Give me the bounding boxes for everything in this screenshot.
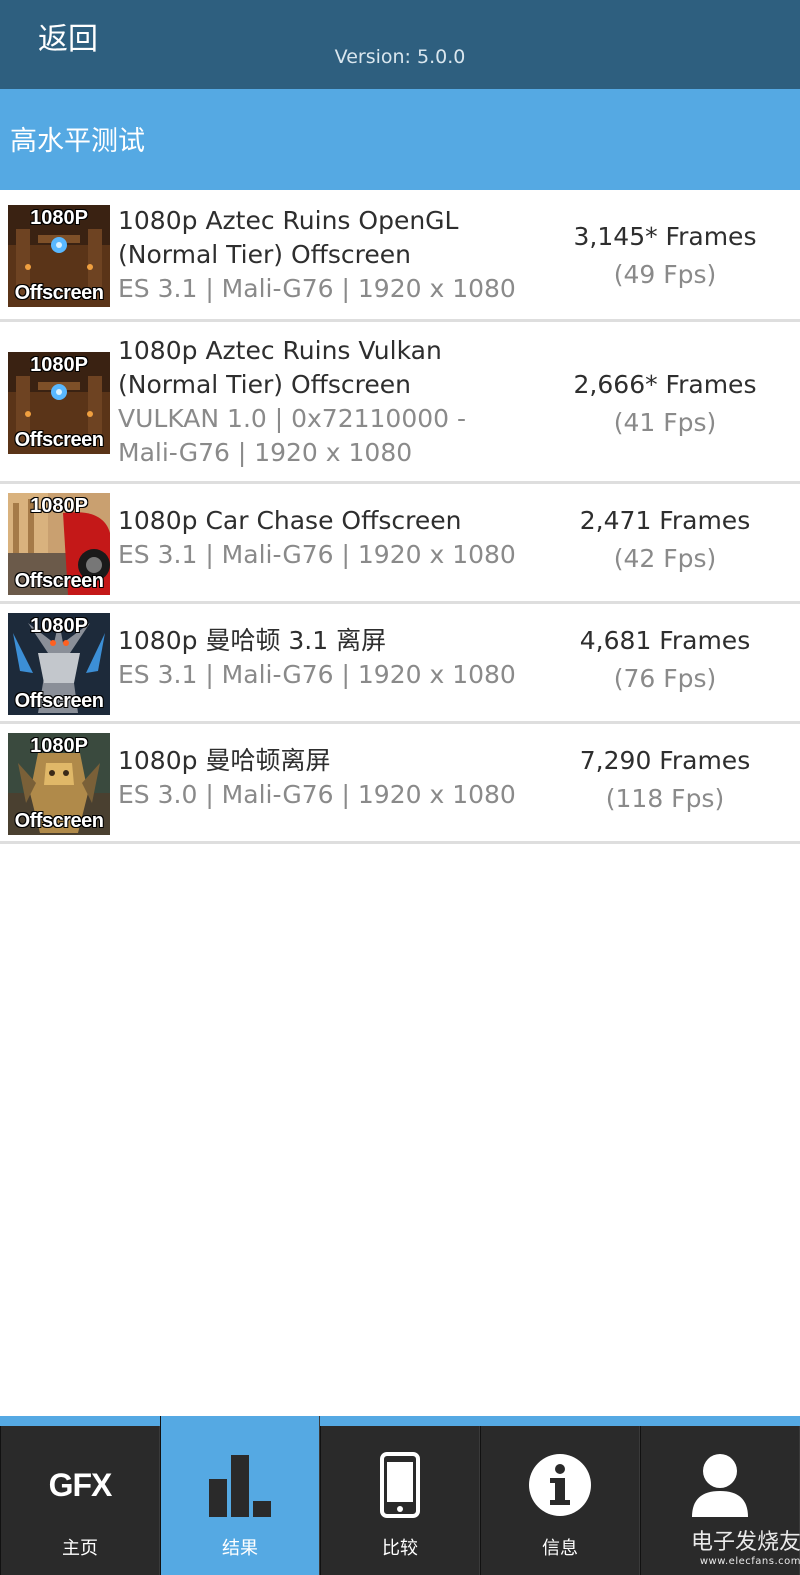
results-list: 1080P Offscreen 1080p Aztec Ruins OpenGL… — [0, 190, 800, 844]
nav-results[interactable]: 结果 — [160, 1416, 320, 1575]
result-score: 2,471 Frames (42 Fps) — [555, 502, 775, 578]
gfxbench-results-screen: 返回 Version: 5.0.0 高水平测试 1080P Offscreen … — [0, 0, 800, 1575]
result-info: 1080p 曼哈顿离屏 ES 3.0 | Mali-G76 | 1920 x 1… — [118, 744, 548, 812]
frames-value: 4,681 Frames — [579, 626, 751, 655]
nav-home-label: 主页 — [62, 1538, 98, 1559]
result-score: 4,681 Frames (76 Fps) — [555, 622, 775, 698]
frames-value: 2,666* Frames — [573, 370, 757, 399]
test-name: 1080p Aztec Ruins Vulkan (Normal Tier) O… — [118, 336, 442, 399]
frames-value: 7,290 Frames — [579, 746, 751, 775]
info-icon — [481, 1450, 639, 1520]
test-detail: ES 3.1 | Mali-G76 | 1920 x 1080 — [118, 540, 516, 569]
test-detail: VULKAN 1.0 | 0x72110000 - Mali-G76 | 192… — [118, 404, 467, 467]
thumb-resolution-label: 1080P — [30, 207, 88, 229]
nav-info[interactable]: 信息 — [480, 1426, 640, 1575]
fps-value: (76 Fps) — [613, 664, 717, 693]
test-detail: ES 3.0 | Mali-G76 | 1920 x 1080 — [118, 780, 516, 809]
test-name: 1080p Aztec Ruins OpenGL (Normal Tier) O… — [118, 206, 459, 269]
result-info: 1080p 曼哈顿 3.1 离屏 ES 3.1 | Mali-G76 | 192… — [118, 624, 548, 692]
thumb-resolution-label: 1080P — [30, 495, 88, 517]
fps-value: (42 Fps) — [613, 544, 717, 573]
thumb-offscreen-label: Offscreen — [14, 810, 104, 832]
test-name: 1080p 曼哈顿离屏 — [118, 746, 331, 775]
test-name: 1080p 曼哈顿 3.1 离屏 — [118, 626, 387, 655]
bar-chart-icon — [161, 1450, 319, 1520]
thumb-offscreen-label: Offscreen — [14, 690, 104, 712]
aztec-ruins-thumbnail: 1080P Offscreen — [8, 352, 110, 454]
result-row[interactable]: 1080P Offscreen 1080p Car Chase Offscree… — [0, 484, 800, 604]
nav-info-label: 信息 — [542, 1538, 578, 1559]
gfx-logo-text: GFX — [48, 1466, 113, 1503]
result-score: 7,290 Frames (118 Fps) — [555, 742, 775, 818]
car-chase-thumbnail: 1080P Offscreen — [8, 493, 110, 595]
frames-value: 3,145* Frames — [573, 222, 757, 251]
result-row[interactable]: 1080P Offscreen 1080p 曼哈顿 3.1 离屏 ES 3.1 … — [0, 604, 800, 724]
watermark: 电子发烧友 www.elecfans.com — [651, 1524, 800, 1567]
nav-compare[interactable]: 比较 — [320, 1426, 480, 1575]
result-score: 3,145* Frames (49 Fps) — [555, 218, 775, 294]
test-name: 1080p Car Chase Offscreen — [118, 506, 462, 535]
thumb-resolution-label: 1080P — [30, 615, 88, 637]
result-info: 1080p Aztec Ruins OpenGL (Normal Tier) O… — [118, 204, 548, 306]
thumb-offscreen-label: Offscreen — [14, 429, 104, 451]
thumb-resolution-label: 1080P — [30, 354, 88, 376]
thumb-offscreen-label: Offscreen — [14, 282, 104, 304]
user-icon — [641, 1450, 799, 1520]
section-header: 高水平测试 — [0, 89, 800, 190]
section-title: 高水平测试 — [10, 126, 145, 157]
top-bar: 返回 Version: 5.0.0 — [0, 0, 800, 89]
thumb-offscreen-label: Offscreen — [14, 570, 104, 592]
manhattan-31-thumbnail: 1080P Offscreen — [8, 613, 110, 715]
test-detail: ES 3.1 | Mali-G76 | 1920 x 1080 — [118, 660, 516, 689]
nav-results-label: 结果 — [222, 1538, 258, 1559]
version-label: Version: 5.0.0 — [334, 46, 466, 68]
watermark-url: www.elecfans.com — [699, 1556, 800, 1567]
manhattan-thumbnail: 1080P Offscreen — [8, 733, 110, 835]
watermark-main: 电子发烧友 — [690, 1530, 800, 1555]
thumb-resolution-label: 1080P — [30, 735, 88, 757]
fps-value: (41 Fps) — [613, 408, 717, 437]
fps-value: (118 Fps) — [605, 784, 725, 813]
bottom-nav: GFX 主页 结果 比较 信息 电子发烧友 www.elecfans.com — [0, 1416, 800, 1575]
nav-home[interactable]: GFX 主页 — [0, 1426, 160, 1575]
aztec-ruins-thumbnail: 1080P Offscreen — [8, 205, 110, 307]
result-row[interactable]: 1080P Offscreen 1080p 曼哈顿离屏 ES 3.0 | Mal… — [0, 724, 800, 844]
nav-account[interactable]: 电子发烧友 www.elecfans.com — [640, 1426, 800, 1575]
gfx-logo-icon: GFX — [1, 1450, 159, 1520]
result-row[interactable]: 1080P Offscreen 1080p Aztec Ruins Vulkan… — [0, 322, 800, 484]
phone-icon — [321, 1450, 479, 1520]
nav-compare-label: 比较 — [382, 1538, 418, 1559]
result-score: 2,666* Frames (41 Fps) — [555, 366, 775, 442]
fps-value: (49 Fps) — [613, 260, 717, 289]
bottom-nav-accent-strip — [0, 1416, 800, 1426]
test-detail: ES 3.1 | Mali-G76 | 1920 x 1080 — [118, 274, 516, 303]
frames-value: 2,471 Frames — [579, 506, 751, 535]
result-info: 1080p Car Chase Offscreen ES 3.1 | Mali-… — [118, 504, 548, 572]
result-row[interactable]: 1080P Offscreen 1080p Aztec Ruins OpenGL… — [0, 190, 800, 322]
result-info: 1080p Aztec Ruins Vulkan (Normal Tier) O… — [118, 334, 548, 470]
